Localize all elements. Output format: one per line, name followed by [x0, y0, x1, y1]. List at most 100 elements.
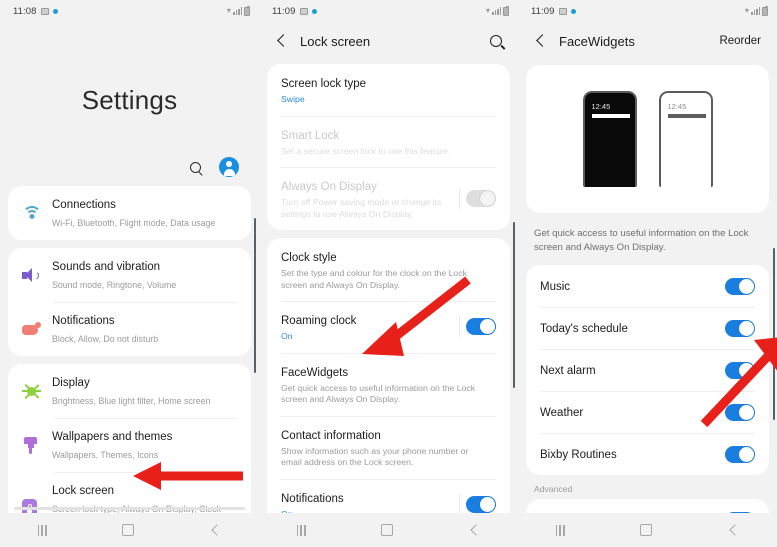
dot-indicator-icon: [52, 8, 58, 14]
row-title: Connections: [52, 199, 116, 211]
back-icon[interactable]: [470, 524, 482, 536]
recents-icon[interactable]: [555, 524, 565, 536]
scrollbar-panel1[interactable]: [254, 218, 256, 373]
dot-indicator-icon: [570, 8, 576, 14]
wifi-icon: ▾: [744, 6, 749, 15]
status-bar-right: ▾: [744, 5, 768, 16]
image-icon: [299, 7, 308, 15]
preview-time: 12:45: [667, 102, 687, 111]
toggle-music[interactable]: [725, 277, 755, 295]
sidebar-item-sounds-and-vibration[interactable]: Sounds and vibration Sound mode, Rington…: [8, 248, 251, 302]
lock-group-secondary: Clock style Set the type and colour for …: [267, 238, 510, 547]
row-subtitle: Wallpapers, Themes, Icons: [52, 450, 159, 460]
search-button[interactable]: [185, 157, 205, 177]
dot-indicator-icon: [311, 8, 317, 14]
preview-widget-bar: [591, 114, 630, 118]
row-title: Always On Display: [281, 181, 377, 193]
row-subtitle: On: [281, 331, 293, 341]
preview-phone-always-on-display: 12:45: [582, 91, 637, 187]
toggle-separator: [459, 494, 460, 515]
drag-handle: [14, 507, 245, 510]
row-title: Today's schedule: [540, 323, 628, 335]
recents-icon[interactable]: [296, 524, 306, 536]
sidebar-item-notifications[interactable]: Notifications Block, Allow, Do not distu…: [8, 302, 251, 356]
row-screen-lock-type[interactable]: Screen lock type Swipe: [267, 64, 510, 116]
row-title: Lock screen: [52, 485, 115, 497]
toggle-always-on-display[interactable]: [466, 190, 496, 207]
row-smart-lock[interactable]: Smart Lock Set a secure screen lock to u…: [267, 115, 510, 168]
avatar[interactable]: [219, 157, 239, 177]
facewidgets-description: Get quick access to useful information o…: [534, 228, 749, 253]
row-title: Music: [540, 281, 571, 293]
status-bar-left: 11:08: [13, 6, 58, 17]
row-subtitle: Brightness, Blue light filter, Home scre…: [52, 396, 211, 406]
signal-icon: [492, 7, 501, 15]
page-title: Lock screen: [300, 33, 371, 49]
row-title: Wallpapers and themes: [52, 431, 173, 443]
toggle-bixby-routines[interactable]: [725, 445, 755, 463]
row-facewidgets[interactable]: FaceWidgets Get quick access to useful i…: [267, 352, 510, 416]
row-weather[interactable]: Weather: [526, 391, 769, 433]
back-icon[interactable]: [729, 524, 741, 536]
status-bar-right: ▾: [486, 5, 509, 16]
sidebar-item-connections[interactable]: Connections Wi-Fi, Bluetooth, Flight mod…: [8, 186, 251, 240]
back-icon[interactable]: [273, 32, 291, 50]
panel-lock-screen-settings: 11:09 ▾ Lock screen Screen lock type Swi…: [259, 0, 518, 547]
row-title: FaceWidgets: [281, 366, 349, 379]
home-icon[interactable]: [122, 524, 135, 536]
row-todays-schedule[interactable]: Today's schedule: [526, 307, 769, 349]
row-roaming-clock[interactable]: Roaming clock On: [267, 301, 510, 353]
row-subtitle: Set a secure screen lock to use this fea…: [281, 145, 451, 156]
wifi-icon: ▾: [226, 6, 231, 15]
toggle-next-alarm[interactable]: [725, 361, 755, 379]
home-icon[interactable]: [381, 524, 394, 536]
panel-facewidgets: 11:09 ▾ FaceWidgets Reorder 12:45 12:45 …: [518, 0, 777, 547]
home-action-bar: [0, 116, 259, 177]
row-contact-information[interactable]: Contact information Show information suc…: [267, 415, 510, 479]
search-icon[interactable]: [490, 35, 502, 47]
row-title: Screen lock type: [281, 78, 367, 90]
toggle-todays-schedule[interactable]: [725, 319, 755, 337]
status-bar: 11:08 ▾: [0, 0, 259, 22]
toggle-notifications[interactable]: [466, 495, 496, 513]
sidebar-item-display[interactable]: Display Brightness, Blue light filter, H…: [8, 364, 251, 418]
back-icon[interactable]: [211, 524, 223, 536]
toggle-separator: [459, 316, 460, 337]
preview-time: 12:45: [591, 102, 611, 111]
image-icon: [558, 7, 567, 15]
scrollbar-panel3[interactable]: [773, 248, 775, 420]
three-panel-screenshot: 11:08 ▾ Settings Connections Wi-Fi, Blue…: [0, 0, 777, 547]
recents-icon[interactable]: [37, 524, 47, 536]
status-clock: 11:09: [272, 5, 296, 17]
status-clock: 11:09: [531, 5, 555, 17]
toggle-roaming-clock[interactable]: [466, 318, 496, 336]
panel-settings-home: 11:08 ▾ Settings Connections Wi-Fi, Blue…: [0, 0, 259, 547]
app-bar: FaceWidgets Reorder: [518, 22, 777, 60]
row-next-alarm[interactable]: Next alarm: [526, 349, 769, 391]
row-title: Smart Lock: [281, 129, 340, 142]
row-title: Contact information: [281, 429, 381, 442]
lock-group-primary: Screen lock type Swipe Smart Lock Set a …: [267, 64, 510, 230]
row-music[interactable]: Music: [526, 265, 769, 307]
preview-widget-bar: [667, 114, 706, 118]
toggle-separator: [459, 188, 460, 209]
row-title: Bixby Routines: [540, 449, 617, 461]
image-icon: [40, 7, 49, 15]
scrollbar-panel2[interactable]: [513, 222, 515, 388]
app-bar-actions: Reorder: [719, 35, 761, 47]
row-subtitle: Show information such as your phone numb…: [281, 445, 469, 468]
sidebar-item-wallpapers-and-themes[interactable]: Wallpapers and themes Wallpapers, Themes…: [8, 418, 251, 472]
settings-group-connections: Connections Wi-Fi, Bluetooth, Flight mod…: [8, 186, 251, 240]
row-bixby-routines[interactable]: Bixby Routines: [526, 433, 769, 475]
notifications-icon: [22, 321, 52, 337]
row-title: Display: [52, 377, 90, 389]
row-always-on-display[interactable]: Always On Display Turn off Power saving …: [267, 167, 510, 230]
home-icon[interactable]: [640, 524, 653, 536]
back-icon[interactable]: [532, 32, 550, 50]
row-clock-style[interactable]: Clock style Set the type and colour for …: [267, 238, 510, 301]
reorder-button[interactable]: Reorder: [719, 35, 761, 47]
row-subtitle: Block, Allow, Do not disturb: [52, 334, 159, 344]
page-title: FaceWidgets: [559, 33, 635, 49]
page-title: Settings: [81, 85, 178, 115]
toggle-weather[interactable]: [725, 403, 755, 421]
